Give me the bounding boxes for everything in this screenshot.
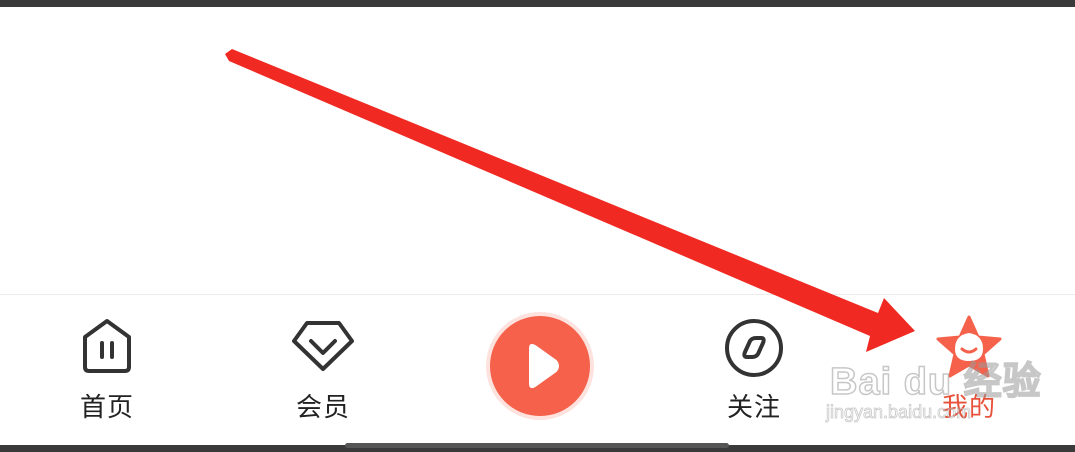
content-area [0, 7, 1075, 294]
tab-follow[interactable]: 关注 [674, 295, 834, 446]
tab-home-label: 首页 [79, 393, 134, 423]
tab-mine-label: 我的 [941, 393, 996, 423]
home-icon [83, 319, 131, 373]
home-indicator[interactable] [345, 443, 729, 448]
status-bar-edge [0, 0, 1075, 7]
tab-vip[interactable]: 会员 [243, 295, 403, 446]
play-icon [529, 343, 559, 389]
tab-home[interactable]: 首页 [27, 295, 187, 446]
star-mascot-icon [936, 315, 1002, 378]
tab-vip-label: 会员 [295, 393, 350, 423]
compass-icon [725, 319, 783, 377]
play-button[interactable] [490, 316, 590, 416]
tab-follow-label: 关注 [726, 393, 781, 423]
diamond-icon [292, 321, 354, 371]
tab-mine[interactable]: 我的 [889, 295, 1049, 446]
